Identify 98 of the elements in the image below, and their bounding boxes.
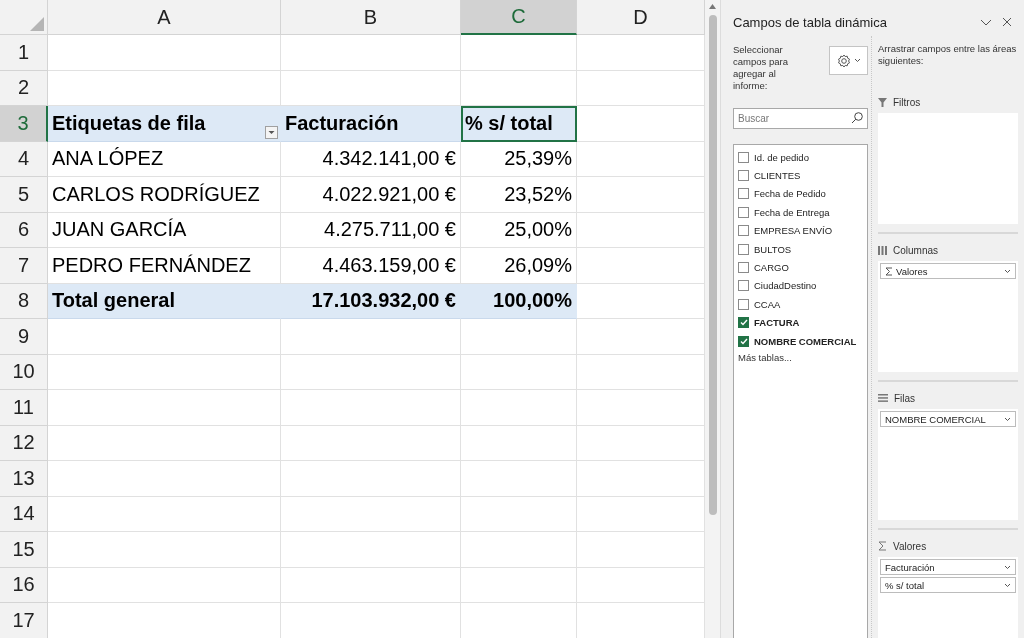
row-header[interactable]: 5	[0, 177, 48, 213]
row-header[interactable]: 6	[0, 212, 48, 248]
table-cell: CARLOS RODRÍGUEZ	[48, 177, 281, 213]
row-header[interactable]: 10	[0, 354, 48, 390]
field-checkbox[interactable]: CiudadDestino	[738, 276, 863, 296]
vertical-scrollbar[interactable]	[705, 0, 720, 638]
checkbox[interactable]	[738, 206, 749, 218]
row-header[interactable]: 17	[0, 603, 48, 638]
field-checkbox[interactable]: BULTOS	[738, 239, 863, 259]
close-icon[interactable]	[1002, 17, 1012, 27]
panel-title: Campos de tabla dinámica	[733, 14, 887, 30]
row-header[interactable]: 11	[0, 390, 48, 426]
caret-icon	[1004, 268, 1011, 274]
row-header[interactable]: 15	[0, 532, 48, 568]
area-title: Columnas	[893, 244, 939, 256]
row-header[interactable]: 3	[0, 106, 48, 142]
field-chip[interactable]: Valores	[880, 263, 1016, 279]
checkbox[interactable]	[738, 170, 749, 182]
field-checkbox[interactable]: EMPRESA ENVÍO	[738, 221, 863, 240]
checkbox[interactable]	[738, 335, 749, 347]
sigma-icon	[878, 541, 887, 551]
columns-icon	[878, 245, 887, 255]
row-header[interactable]: 2	[0, 70, 48, 106]
select-fields-label: Seleccionar campos para agregar al informe:	[733, 44, 789, 92]
row-header[interactable]: 7	[0, 248, 48, 284]
search-field[interactable]: Buscar	[733, 108, 868, 129]
column-header[interactable]: D	[577, 0, 705, 35]
filter-icon	[878, 97, 887, 107]
scrollbar-thumb[interactable]	[708, 15, 717, 515]
field-checkbox[interactable]: CLIENTES	[738, 166, 863, 185]
drop-area[interactable]: Valores	[878, 261, 1018, 372]
table-cell: JUAN GARCÍA	[48, 212, 281, 248]
table-cell: 25,39%	[461, 141, 577, 177]
caret-icon	[1004, 564, 1011, 570]
table-cell: Etiquetas de fila	[48, 106, 281, 142]
table-cell: PEDRO FERNÁNDEZ	[48, 248, 281, 284]
column-header[interactable]: C	[461, 0, 577, 35]
field-chip[interactable]: NOMBRE COMERCIAL	[880, 411, 1016, 427]
chevron-down-icon[interactable]	[980, 18, 992, 26]
caret-icon	[1004, 416, 1011, 422]
field-checkbox[interactable]: Fecha de Entrega	[738, 203, 863, 222]
select-all-corner[interactable]	[0, 0, 48, 35]
checkbox[interactable]	[738, 317, 749, 329]
drop-area[interactable]: Facturación % s/ total	[878, 557, 1018, 638]
row-header[interactable]: 12	[0, 425, 48, 461]
sigma-icon	[885, 266, 893, 276]
checkbox[interactable]	[738, 225, 749, 237]
table-cell: % s/ total	[461, 106, 577, 142]
more-tables-link[interactable]: Más tablas...	[738, 352, 863, 364]
row-header[interactable]: 4	[0, 141, 48, 177]
checkbox[interactable]	[738, 298, 749, 310]
checkbox[interactable]	[738, 151, 749, 163]
row-header[interactable]: 8	[0, 283, 48, 319]
table-cell: 17.103.932,00 €	[281, 283, 461, 319]
table-cell: 4.275.711,00 €	[281, 212, 461, 248]
field-checkbox[interactable]: CARGO	[738, 258, 863, 277]
table-cell: 4.463.159,00 €	[281, 248, 461, 284]
settings-icon	[836, 53, 851, 68]
table-cell: 23,52%	[461, 177, 577, 213]
row-header[interactable]: 9	[0, 319, 48, 355]
caret-icon	[853, 58, 861, 63]
row-header[interactable]: 1	[0, 35, 48, 71]
area-title: Valores	[893, 540, 927, 552]
checkbox[interactable]	[738, 243, 749, 255]
corner-triangle-icon	[30, 17, 44, 31]
settings-button[interactable]	[829, 46, 868, 75]
filter-dropdown-icon[interactable]	[265, 125, 278, 139]
scroll-up-icon[interactable]	[709, 4, 716, 9]
checkbox[interactable]	[738, 280, 749, 292]
rows-icon	[878, 394, 888, 402]
field-chip[interactable]: % s/ total	[880, 577, 1016, 593]
checkbox[interactable]	[738, 188, 749, 200]
table-cell: Facturación	[281, 106, 461, 142]
table-cell: ANA LÓPEZ	[48, 141, 281, 177]
row-header[interactable]: 14	[0, 496, 48, 532]
field-checkbox[interactable]: FACTURA	[738, 313, 863, 332]
table-cell: 26,09%	[461, 248, 577, 284]
table-cell: 4.022.921,00 €	[281, 177, 461, 213]
checkbox[interactable]	[738, 262, 749, 274]
caret-icon	[1004, 582, 1011, 588]
column-header[interactable]: B	[281, 0, 461, 35]
column-header[interactable]: A	[48, 0, 281, 35]
drag-fields-label: Arrastrar campos entre las áreas siguientes:	[878, 43, 1018, 67]
row-header[interactable]: 13	[0, 461, 48, 497]
table-cell: 100,00%	[461, 283, 577, 319]
table-cell: 25,00%	[461, 212, 577, 248]
search-icon	[851, 112, 863, 124]
table-cell: Total general	[48, 283, 281, 319]
drop-area[interactable]: NOMBRE COMERCIAL	[878, 409, 1018, 520]
table-cell: 4.342.141,00 €	[281, 141, 461, 177]
field-checkbox[interactable]: Fecha de Pedido	[738, 184, 863, 204]
field-checkbox[interactable]: NOMBRE COMERCIAL	[738, 331, 863, 351]
field-checkbox[interactable]: Id. de pedido	[738, 148, 863, 167]
area-title: Filtros	[893, 96, 921, 108]
area-title: Filas	[894, 392, 916, 404]
field-checkbox[interactable]: CCAA	[738, 295, 863, 314]
row-header[interactable]: 16	[0, 567, 48, 603]
field-chip[interactable]: Facturación	[880, 559, 1016, 575]
